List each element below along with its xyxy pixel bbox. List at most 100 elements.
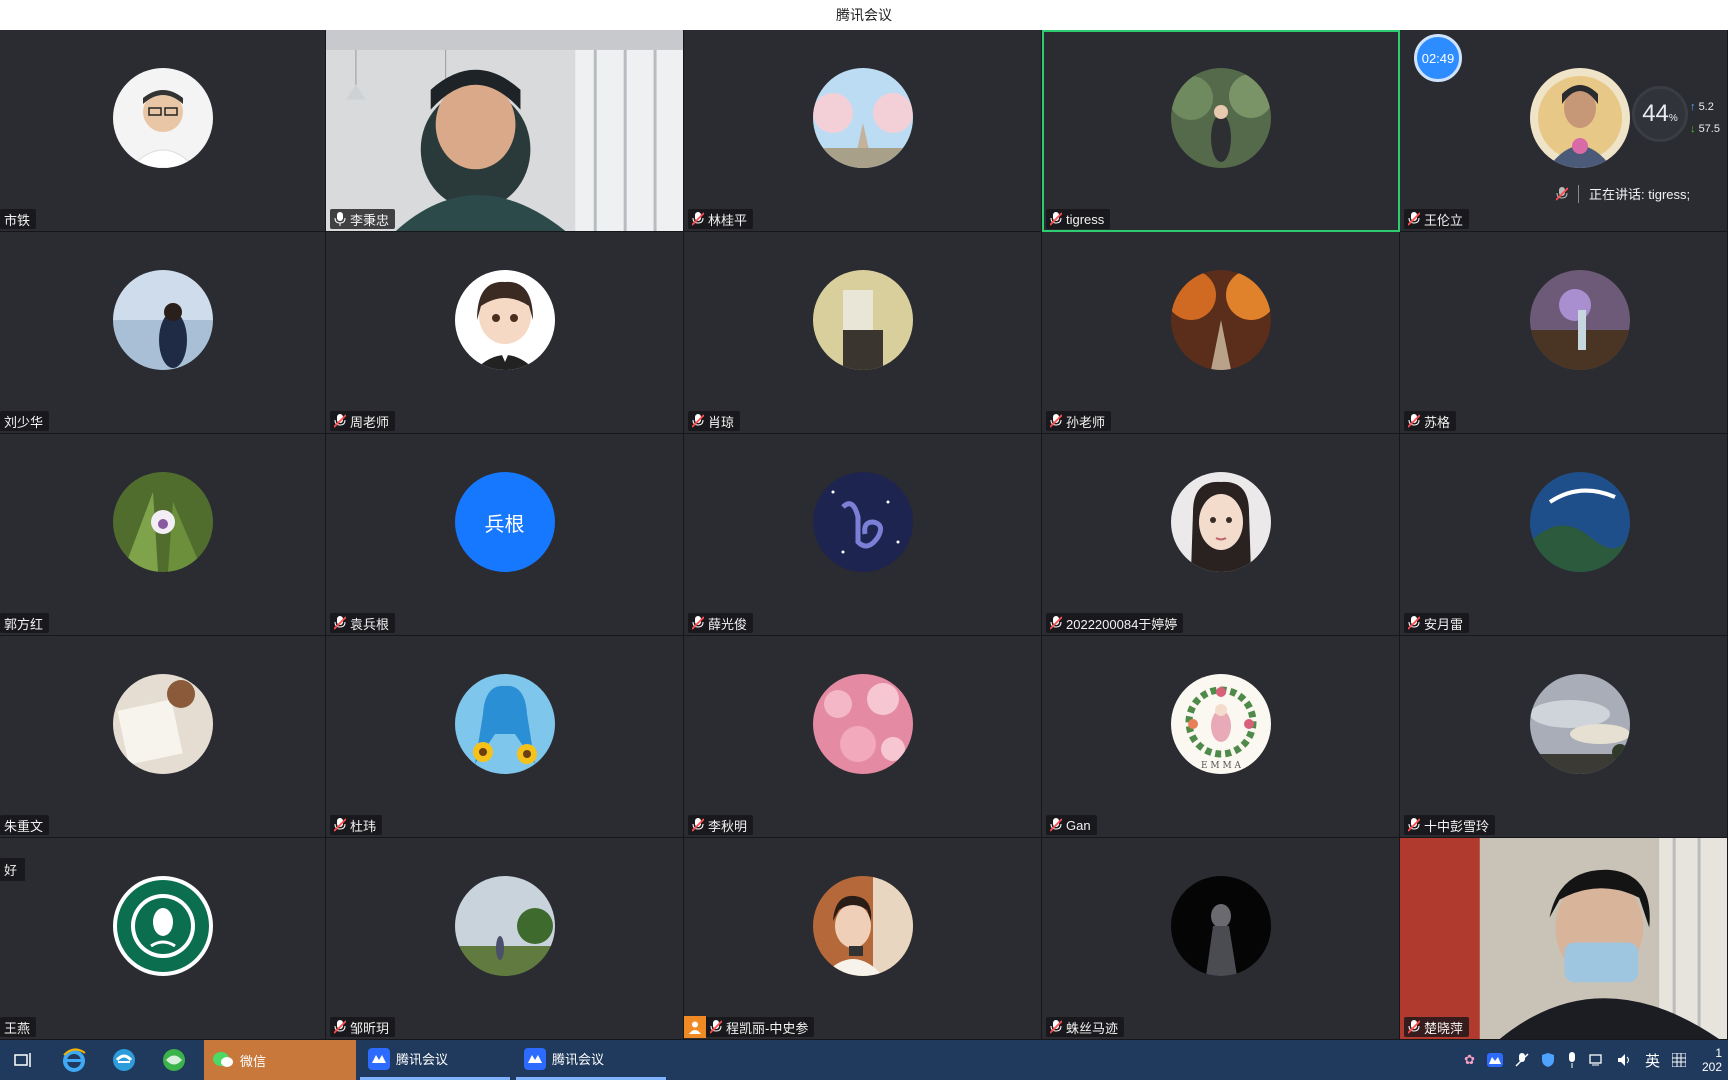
avatar — [454, 270, 555, 370]
participant-tile[interactable]: 李秋明 — [684, 636, 1042, 838]
avatar — [812, 68, 913, 168]
participant-tile[interactable]: 郭方红 — [0, 434, 326, 636]
cpu-usage-gauge[interactable]: 44% — [1632, 86, 1688, 142]
microphone-tray-icon[interactable] — [1567, 1052, 1577, 1068]
participant-name: Gan — [1046, 815, 1097, 835]
avatar — [812, 674, 913, 774]
tencent-meeting-tray-icon[interactable] — [1486, 1053, 1503, 1067]
taskbar-app-tencent-meeting-2[interactable]: 腾讯会议 — [516, 1040, 666, 1080]
avatar — [112, 270, 213, 370]
participant-name: 孙老师 — [1046, 411, 1112, 431]
participant-tile[interactable]: 王燕 — [0, 838, 326, 1040]
participant-tile[interactable]: 林桂平 — [684, 30, 1042, 232]
participant-name: 杜玮 — [330, 815, 383, 835]
participant-tile[interactable]: 孙老师 — [1042, 232, 1400, 434]
avatar-initials: 兵根 — [454, 472, 555, 572]
participant-name: 朱重文 — [0, 815, 50, 835]
avatar — [1530, 472, 1630, 572]
network-speed: ↑ 5.2 ↓ 57.5 — [1690, 101, 1720, 135]
mic-speaking-icon — [1556, 186, 1568, 201]
participant-name: 楚晓萍 — [1404, 1017, 1470, 1037]
participant-tile[interactable]: E M M A Gan — [1042, 636, 1400, 838]
avatar — [112, 68, 213, 168]
mic-muted-icon — [334, 414, 346, 428]
participant-tile[interactable]: 薛光俊 — [684, 434, 1042, 636]
browser-360-icon[interactable] — [158, 1044, 190, 1076]
ie-browser-icon[interactable] — [58, 1044, 90, 1076]
task-view-icon[interactable] — [8, 1044, 40, 1076]
clock[interactable]: 1 202 — [1698, 1046, 1722, 1074]
participant-name: 邹昕玥 — [330, 1017, 396, 1037]
participant-tile-speaking[interactable]: tigress — [1042, 30, 1400, 232]
participant-name: tigress — [1046, 209, 1111, 229]
security-shield-icon[interactable] — [1541, 1052, 1555, 1068]
video-feed — [1400, 838, 1727, 1039]
wechat-icon — [212, 1049, 234, 1071]
network-icon[interactable] — [1589, 1053, 1605, 1067]
avatar — [1530, 270, 1630, 370]
participant-tile[interactable]: 刘少华 — [0, 232, 326, 434]
participant-tile[interactable]: 邹昕玥 — [326, 838, 684, 1040]
participant-name: 安月雷 — [1404, 613, 1470, 633]
participant-name: 薛光俊 — [688, 613, 754, 633]
meeting-timer[interactable]: 02:49 — [1414, 34, 1462, 82]
mic-on-icon — [334, 212, 346, 226]
participant-name: 程凯丽-中史参 — [684, 1016, 815, 1038]
taskbar-app-wechat[interactable]: 微信 — [204, 1040, 356, 1080]
download-arrow-icon: ↓ — [1690, 123, 1696, 135]
participant-name: 蛛丝马迹 — [1046, 1017, 1125, 1037]
flower-app-icon[interactable]: ✿ — [1464, 1052, 1475, 1068]
mic-muted-icon — [1050, 1020, 1062, 1034]
avatar — [1170, 270, 1271, 370]
participant-tile[interactable]: 楚晓萍 — [1400, 838, 1728, 1040]
participant-name: 林桂平 — [688, 209, 754, 229]
cpu-unit: % — [1668, 112, 1678, 124]
participant-name: 袁兵根 — [330, 613, 396, 633]
volume-icon[interactable] — [1617, 1053, 1633, 1067]
mic-muted-icon — [1408, 616, 1420, 630]
mic-muted-icon — [1050, 212, 1062, 226]
system-tray: ✿ 英 1 202 — [1464, 1040, 1728, 1080]
participant-tile[interactable]: 程凯丽-中史参 — [684, 838, 1042, 1040]
participant-tile[interactable]: 十中彭雪玲 — [1400, 636, 1728, 838]
avatar — [454, 876, 555, 976]
taskbar-app-tencent-meeting[interactable]: 腾讯会议 — [360, 1040, 510, 1080]
keyboard-grid-icon[interactable] — [1672, 1053, 1686, 1067]
participant-tile[interactable]: 市铁 — [0, 30, 326, 232]
participant-name: 市铁 — [0, 209, 37, 229]
participant-tile[interactable]: 安月雷 — [1400, 434, 1728, 636]
participant-name: 周老师 — [330, 411, 396, 431]
avatar — [1170, 472, 1271, 572]
upload-arrow-icon: ↑ — [1690, 101, 1696, 113]
participant-name: 十中彭雪玲 — [1404, 815, 1496, 835]
avatar — [112, 876, 213, 976]
mic-muted-icon — [1408, 212, 1420, 226]
participant-grid: 市铁 李秉忠 林桂平 tigress 王伦立 刘少华 周老师 肖琼 孙老师 苏格… — [0, 30, 1728, 1040]
edge-browser-icon[interactable] — [108, 1044, 140, 1076]
avatar — [812, 472, 913, 572]
avatar — [1530, 68, 1630, 168]
participant-tile[interactable]: 杜玮 — [326, 636, 684, 838]
participant-tile[interactable]: 朱重文 — [0, 636, 326, 838]
mic-muted-icon — [692, 616, 704, 630]
input-method-indicator[interactable]: 英 — [1645, 1050, 1660, 1071]
participant-name: 李秉忠 — [330, 209, 396, 229]
participant-tile[interactable]: 兵根 袁兵根 — [326, 434, 684, 636]
participant-tile[interactable]: 周老师 — [326, 232, 684, 434]
participant-tile[interactable]: 李秉忠 — [326, 30, 684, 232]
participant-tile[interactable]: 苏格 — [1400, 232, 1728, 434]
participant-name: 王伦立 — [1404, 209, 1470, 229]
participant-name: 2022200084于婷婷 — [1046, 613, 1184, 633]
tencent-meeting-icon — [524, 1047, 546, 1070]
mic-muted-icon — [1050, 616, 1062, 630]
avatar — [1530, 674, 1630, 774]
mic-muted-icon — [1050, 818, 1062, 832]
participant-name: 郭方红 — [0, 613, 50, 633]
participant-name: 苏格 — [1404, 411, 1457, 431]
participant-tile[interactable]: 2022200084于婷婷 — [1042, 434, 1400, 636]
mic-off-tray-icon[interactable] — [1515, 1053, 1529, 1067]
participant-tile[interactable]: 蛛丝马迹 — [1042, 838, 1400, 1040]
user-role-icon — [684, 1016, 706, 1038]
avatar — [1170, 68, 1271, 168]
participant-tile[interactable]: 肖琼 — [684, 232, 1042, 434]
